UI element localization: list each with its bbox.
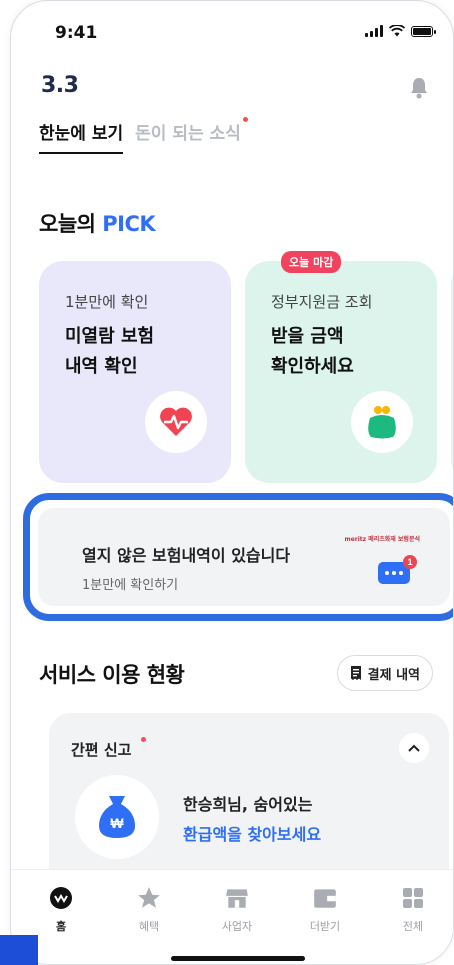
bell-icon[interactable] <box>409 77 429 99</box>
card-title: 미열람 보험 내역 확인 <box>65 326 155 377</box>
tab-money-news-label: 돈이 되는 소식 <box>135 124 241 144</box>
today-pick-title: 오늘의 PICK <box>39 208 156 238</box>
new-dot <box>141 737 146 742</box>
collapse-button[interactable] <box>399 733 429 763</box>
receipt-icon <box>350 666 361 680</box>
nav-home[interactable]: 홈 <box>31 884 91 934</box>
nav-home-label: 홈 <box>55 920 67 933</box>
status-icons <box>365 25 436 37</box>
pick-card-insurance[interactable]: 1분만에 확인 미열람 보험 내역 확인 <box>39 261 231 483</box>
new-dot <box>242 117 248 122</box>
nav-business[interactable]: 사업자 <box>207 884 267 934</box>
meritz-logo: meritz 메리츠화재 보험분석 <box>344 536 420 543</box>
phone-screen: 9:41 3.3 한눈에 보기 돈이 되는 소식 오늘의 PICK 1분만에 확 <box>10 0 454 965</box>
logo-text: 3.3 <box>41 73 79 98</box>
app-logo[interactable]: 3.3 <box>41 73 79 98</box>
notification-count: 1 <box>407 557 412 567</box>
today-pick-prefix: 오늘의 <box>39 212 96 236</box>
nav-all[interactable]: 전체 <box>383 884 443 934</box>
nav-business-label: 사업자 <box>221 920 253 933</box>
payment-history-button[interactable]: 결제 내역 <box>336 655 433 691</box>
home-indicator <box>171 956 305 961</box>
insurance-banner[interactable]: 열지 않은 보험내역이 있습니다 1분만에 확인하기 meritz 메리츠화재 … <box>38 508 450 606</box>
nav-all-label: 전체 <box>402 920 424 933</box>
refund-message-line1: 한승희님, 숨어있는 <box>183 795 313 814</box>
bottom-navigation: 홈 혜택 사업자 더받기 전체 <box>11 869 453 964</box>
status-bar: 9:41 <box>11 1 453 61</box>
nav-more-rewards-label: 더받기 <box>309 920 341 933</box>
tab-overview-label: 한눈에 보기 <box>39 124 124 144</box>
top-tabs: 한눈에 보기 돈이 되는 소식 <box>39 117 248 154</box>
money-bag-icon: ₩ <box>75 775 159 859</box>
nav-benefits[interactable]: 혜택 <box>119 884 179 934</box>
wallet-icon <box>295 884 355 912</box>
nav-more-rewards[interactable]: 더받기 <box>295 884 355 934</box>
chat-notification-icon: 1 <box>378 555 417 584</box>
signal-icon <box>365 25 383 37</box>
today-pick-accent: PICK <box>102 212 156 236</box>
nav-benefits-label: 혜택 <box>138 920 160 933</box>
tab-overview[interactable]: 한눈에 보기 <box>39 119 124 154</box>
payment-history-label: 결제 내역 <box>367 667 420 683</box>
card-subtitle: 정부지원금 조회 <box>271 293 373 311</box>
wifi-icon <box>389 25 405 37</box>
home-icon <box>31 884 91 912</box>
service-status-title: 서비스 이용 현황 <box>39 663 185 687</box>
card-title: 받을 금액 확인하세요 <box>271 326 354 377</box>
simple-report-label: 간편 신고 <box>71 741 132 759</box>
store-icon <box>207 884 267 912</box>
edge-accent <box>0 935 38 965</box>
grid-icon <box>383 884 443 912</box>
pick-card-subsidy[interactable]: 정부지원금 조회 받을 금액 확인하세요 <box>245 261 437 483</box>
battery-icon <box>411 25 436 37</box>
svg-text:₩: ₩ <box>110 815 124 831</box>
chevron-up-icon <box>408 744 420 752</box>
deadline-badge: 오늘 마감 <box>281 251 342 273</box>
status-time: 9:41 <box>55 23 98 43</box>
refund-message-line2: 환급액을 찾아보세요 <box>183 825 322 844</box>
heart-pulse-icon <box>145 391 207 453</box>
star-icon <box>119 884 179 912</box>
card-subtitle: 1분만에 확인 <box>65 293 149 311</box>
highlight-outline: 열지 않은 보험내역이 있습니다 1분만에 확인하기 meritz 메리츠화재 … <box>23 493 453 621</box>
purse-icon <box>351 391 413 453</box>
tab-money-news[interactable]: 돈이 되는 소식 <box>135 117 248 154</box>
